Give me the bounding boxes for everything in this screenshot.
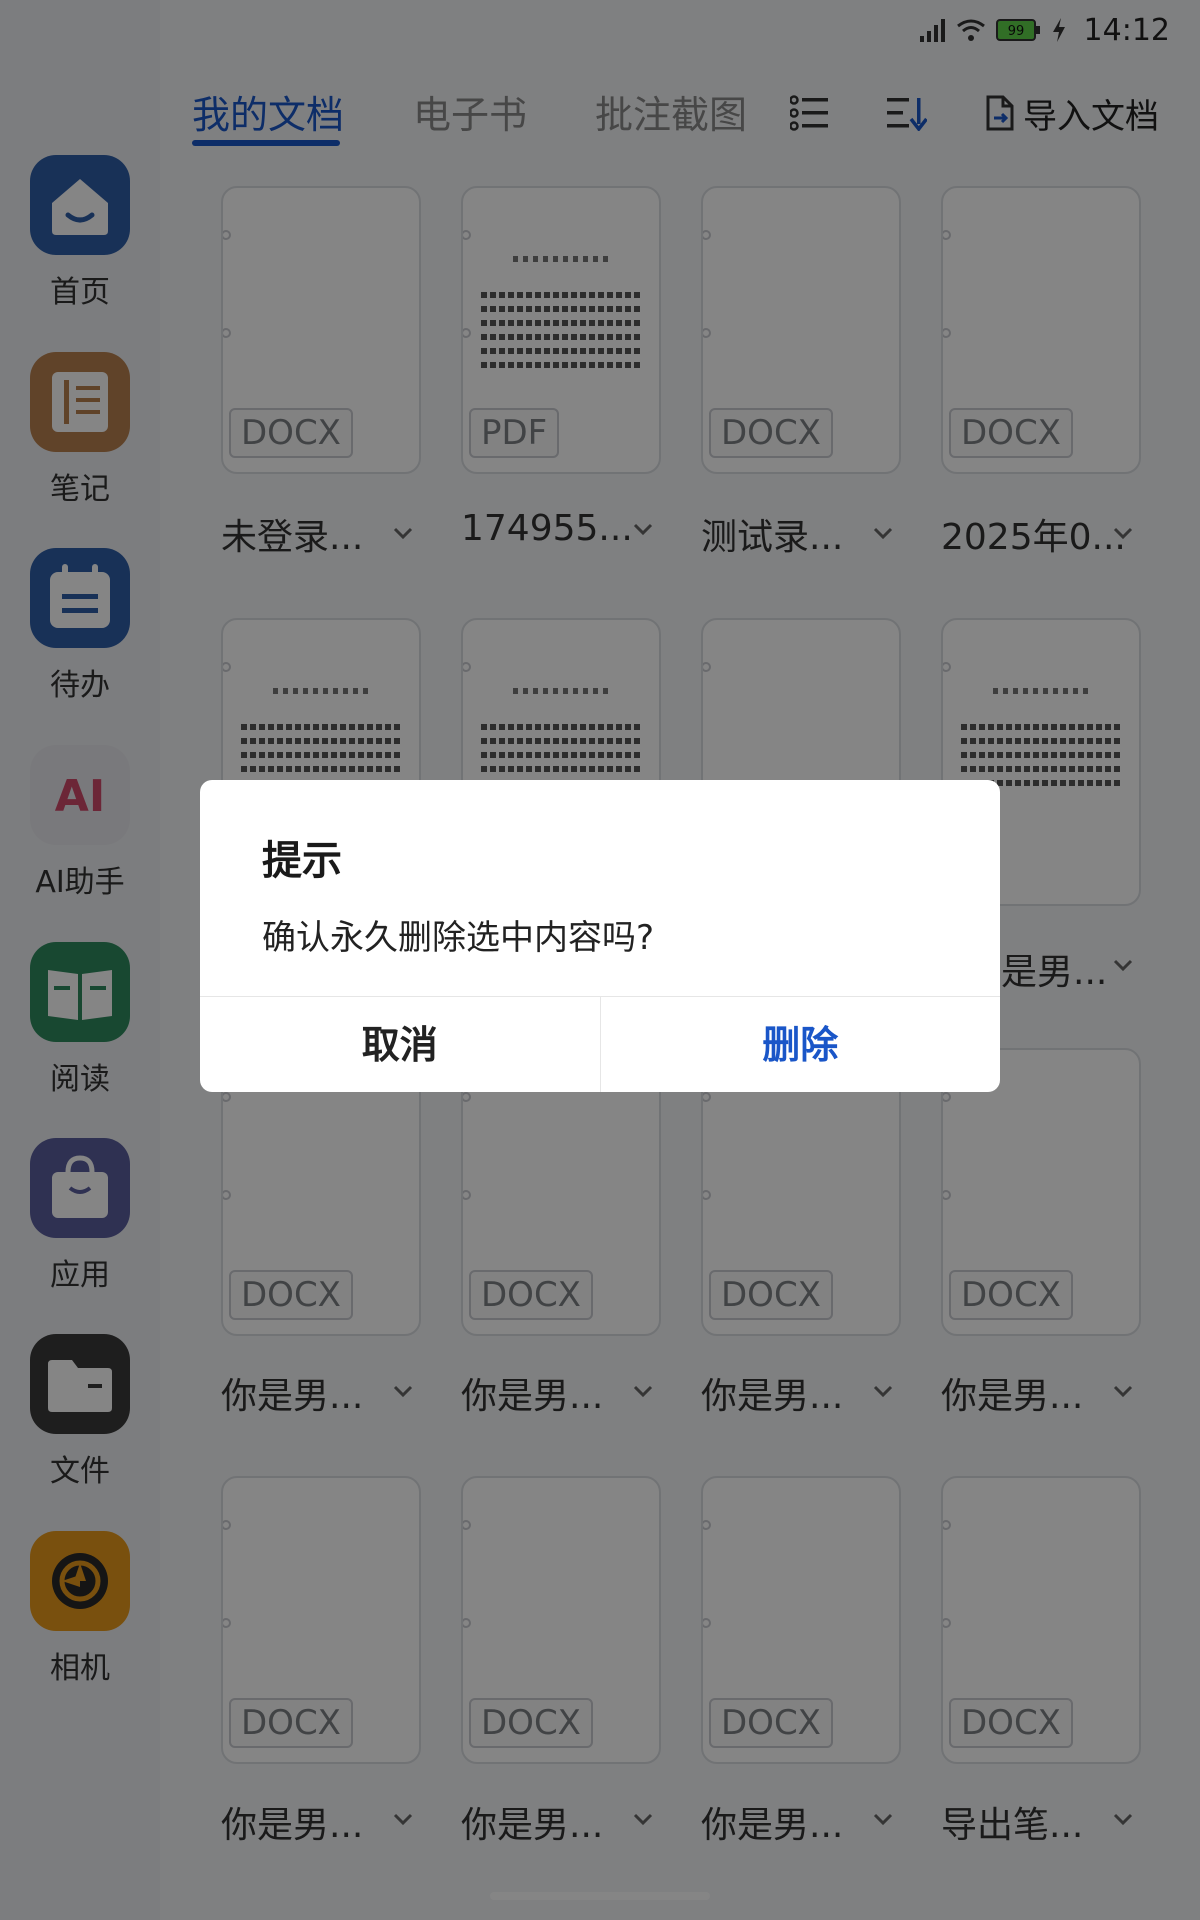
delete-button[interactable]: 删除 xyxy=(601,997,1001,1092)
dialog-title: 提示 xyxy=(262,838,342,884)
dialog-actions: 取消 删除 xyxy=(200,996,1000,1092)
cancel-button[interactable]: 取消 xyxy=(200,997,601,1092)
delete-confirm-dialog: 提示 确认永久删除选中内容吗? 取消 删除 xyxy=(200,780,1000,1092)
dialog-message: 确认永久删除选中内容吗? xyxy=(262,918,655,958)
